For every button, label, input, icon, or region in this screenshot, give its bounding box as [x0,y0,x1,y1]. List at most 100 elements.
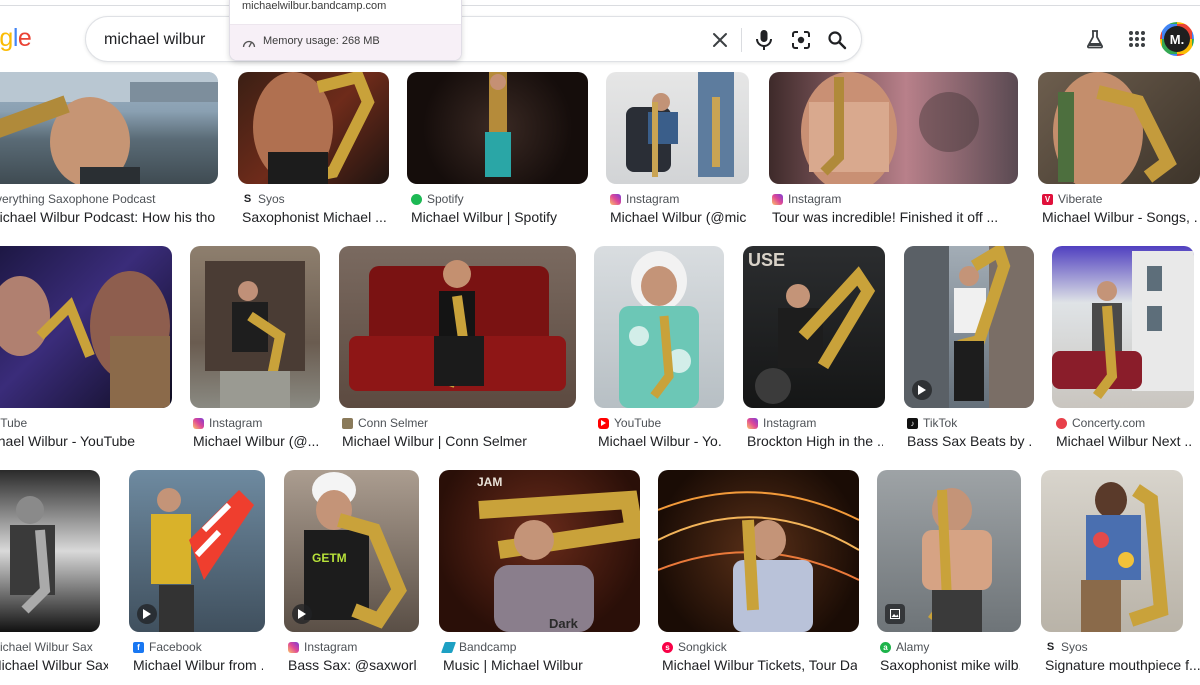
result-title[interactable]: Michael Wilbur Podcast: How his thought … [0,209,216,225]
tab-hover-card: michaelwilbur.bandcamp.com Memory usage:… [229,0,462,61]
lens-camera-icon[interactable] [789,28,813,52]
result-source[interactable]: Instagram [772,192,841,206]
instagram-icon [772,193,783,205]
result-source[interactable]: Instagram [288,640,357,654]
hover-card-url: michaelwilbur.bandcamp.com [242,0,387,12]
result-title[interactable]: Michael Wilbur from ... [133,657,263,673]
result-image[interactable] [606,72,749,184]
search-header: ogle M. [0,6,1200,72]
result-image[interactable] [877,470,1021,632]
microphone-icon[interactable] [752,28,776,52]
syos-icon: S [243,193,252,205]
result-source[interactable]: Instagram [747,416,816,430]
result-title[interactable]: Brockton High in the ... [747,433,883,449]
svg-text:USE: USE [748,250,785,270]
songkick-icon: s [662,641,673,653]
result-title[interactable]: Michael Wilbur | Spotify [411,209,586,225]
result-source[interactable]: Everything Saxophone Podcast [0,192,155,206]
result-image[interactable] [1038,72,1200,184]
bandcamp-icon [440,641,457,653]
viberate-icon: V [1042,193,1053,205]
video-play-icon [292,604,312,624]
result-title[interactable]: Bass Sax: @saxworl... [288,657,418,673]
result-source[interactable]: Conn Selmer [342,416,428,430]
svg-text:GETM: GETM [312,551,347,565]
result-image[interactable] [407,72,588,184]
avatar-initials: M. [1164,26,1190,52]
result-title[interactable]: Saxophonist mike wilb... [880,657,1020,673]
result-source[interactable]: S Syos [242,192,285,206]
result-image[interactable] [190,246,320,408]
result-title[interactable]: Michael Wilbur Tickets, Tour Da... [662,657,857,673]
result-source[interactable]: Bandcamp [440,640,516,654]
result-image[interactable] [129,470,265,632]
result-title[interactable]: Michael Wilbur - YouTube [0,433,170,449]
syos-icon: S [1046,641,1055,653]
result-title[interactable]: Bass Sax Beats by ... [907,433,1032,449]
result-title[interactable]: Signature mouthpiece f... [1045,657,1200,673]
result-title[interactable]: Music | Michael Wilbur [443,657,638,673]
alamy-icon: a [880,641,891,653]
memory-usage-row: Memory usage: 268 MB [230,24,461,60]
search-box[interactable] [85,16,862,62]
result-image[interactable]: GETM [284,470,419,632]
result-source[interactable]: a Alamy [880,640,929,654]
tiktok-icon: ♪ [907,417,918,429]
result-title[interactable]: Michael Wilbur - Songs, ... [1042,209,1198,225]
svg-text:Dark: Dark [549,616,579,631]
result-source[interactable]: YouTube [598,416,661,430]
image-gallery-icon [885,604,905,624]
result-title[interactable]: Michael Wilbur | Conn Selmer [342,433,574,449]
result-source[interactable]: Concerty.com [1056,416,1145,430]
result-image[interactable]: JAM Dark [439,470,640,632]
video-play-icon [137,604,157,624]
result-source[interactable]: YouTube [0,416,27,430]
result-image[interactable] [0,72,218,184]
account-avatar[interactable]: M. [1160,22,1194,56]
result-image[interactable] [0,246,172,408]
instagram-icon [747,417,758,429]
search-divider [741,28,742,52]
result-title[interactable]: Tour was incredible! Finished it off ... [772,209,1016,225]
result-image[interactable] [904,246,1034,408]
result-title[interactable]: Michael Wilbur (@mic... [610,209,747,225]
search-icon[interactable] [825,28,849,52]
result-image[interactable] [1041,470,1183,632]
instagram-icon [610,193,621,205]
result-source[interactable]: Instagram [610,192,679,206]
result-source[interactable]: Michael Wilbur Sax [0,640,93,654]
result-image[interactable]: USE [743,246,885,408]
clear-search-icon[interactable] [708,28,732,52]
result-title[interactable]: Saxophonist Michael ... [242,209,387,225]
result-image[interactable] [0,470,100,632]
apps-grid-icon[interactable] [1124,26,1150,52]
result-source[interactable]: ♪ TikTok [907,416,957,430]
result-image[interactable] [238,72,389,184]
result-title[interactable]: Michael Wilbur Sax [0,657,108,673]
labs-flask-icon[interactable] [1082,26,1108,52]
result-source[interactable]: Spotify [411,192,464,206]
result-image[interactable] [658,470,859,632]
instagram-icon [193,417,204,429]
result-source[interactable]: s Songkick [662,640,727,654]
instagram-icon [288,641,299,653]
result-image[interactable] [339,246,576,408]
result-image[interactable] [594,246,724,408]
spotify-icon [411,193,422,205]
youtube-icon [598,417,609,429]
result-source[interactable]: S Syos [1045,640,1088,654]
gauge-icon [242,36,256,54]
memory-usage-text: Memory usage: 268 MB [263,35,380,47]
result-source[interactable]: V Viberate [1042,192,1102,206]
svg-text:JAM: JAM [477,475,502,489]
result-source[interactable]: f Facebook [133,640,202,654]
result-image[interactable] [769,72,1018,184]
google-logo[interactable]: ogle [0,24,32,53]
result-title[interactable]: Michael Wilbur (@... [193,433,318,449]
concerty-icon [1056,417,1067,429]
result-title[interactable]: Michael Wilbur - Yo... [598,433,722,449]
result-image[interactable] [1052,246,1194,408]
result-title[interactable]: Michael Wilbur Next ... [1056,433,1192,449]
video-play-icon [912,380,932,400]
result-source[interactable]: Instagram [193,416,262,430]
